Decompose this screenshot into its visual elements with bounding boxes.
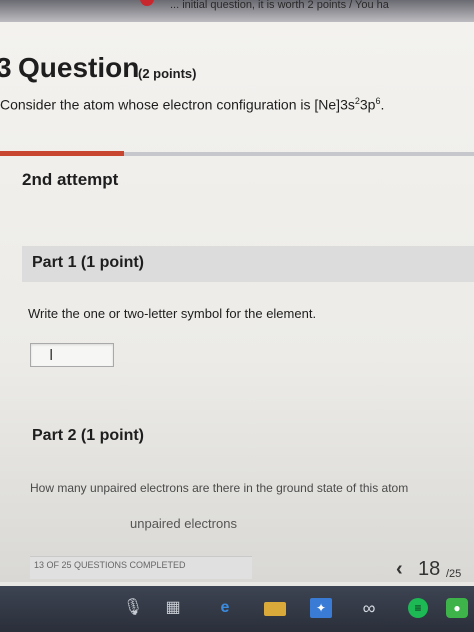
previous-question-button[interactable]: ‹	[396, 558, 403, 581]
question-number: 3	[0, 52, 12, 83]
part2-label: Part 2 (1 point)	[32, 427, 145, 444]
microphone-icon[interactable]: 🎙	[122, 598, 144, 618]
element-symbol-input[interactable]: I	[30, 343, 114, 367]
question-title: Question	[18, 52, 140, 83]
part1-label: Part 1 (1 point)	[32, 254, 145, 271]
question-prompt: Consider the atom whose electron configu…	[0, 96, 384, 113]
part1-instruction: Write the one or two-letter symbol for t…	[28, 306, 317, 321]
attempt-label: 2nd attempt	[22, 170, 119, 189]
progress-bar: 13 OF 25 QUESTIONS COMPLETED	[30, 556, 252, 579]
total-questions: /25	[446, 568, 462, 580]
browser-top-strip: ... initial question, it is worth 2 poin…	[0, 0, 474, 22]
record-icon	[140, 0, 154, 6]
text-cursor-icon: I	[49, 347, 54, 364]
app-icon[interactable]: ●	[446, 598, 468, 618]
browser-title: ... initial question, it is worth 2 poin…	[170, 0, 389, 11]
accent-divider	[0, 151, 124, 156]
part2-unit-label: unpaired electrons	[130, 516, 237, 531]
question-header: 3 Question (2 points)	[0, 52, 474, 92]
edge-icon[interactable]: e	[214, 598, 236, 618]
part1-header: Part 1 (1 point)	[22, 246, 474, 282]
current-question-number: 18	[418, 558, 441, 580]
spotify-icon[interactable]: ≡	[408, 598, 428, 618]
store-icon[interactable]: ✦	[310, 598, 332, 618]
infinity-icon[interactable]: ∞	[358, 598, 380, 618]
file-explorer-icon[interactable]	[264, 602, 286, 616]
windows-taskbar: 🎙 ▦ e ✦ ∞ ≡ ●	[0, 586, 474, 632]
progress-text: 13 OF 25 QUESTIONS COMPLETED	[34, 560, 186, 570]
prompt-text-mid: 3p	[359, 96, 376, 113]
part2-question: How many unpaired electrons are there in…	[30, 481, 409, 495]
question-points: (2 points)	[138, 66, 197, 81]
prompt-text: Consider the atom whose electron configu…	[0, 96, 355, 113]
prompt-end: .	[380, 96, 385, 113]
task-view-icon[interactable]: ▦	[162, 598, 184, 618]
